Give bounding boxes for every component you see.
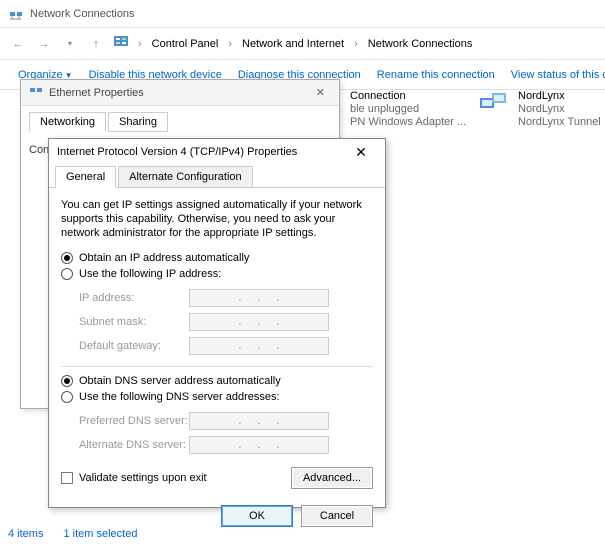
- ok-button[interactable]: OK: [221, 505, 293, 527]
- validate-checkbox[interactable]: Validate settings upon exit: [61, 472, 207, 484]
- connection-name: Connection: [350, 90, 466, 103]
- connection-item[interactable]: NordLynx NordLynx NordLynx Tunnel: [478, 90, 601, 129]
- option-label: Use the following DNS server addresses:: [79, 391, 280, 403]
- alternate-dns-label: Alternate DNS server:: [79, 439, 189, 451]
- advanced-button[interactable]: Advanced...: [291, 467, 373, 489]
- back-button[interactable]: ←: [8, 34, 28, 54]
- default-gateway-input: ...: [189, 337, 329, 355]
- breadcrumb-sep: ›: [226, 38, 234, 50]
- option-label: Use the following IP address:: [79, 268, 221, 280]
- radio-icon: [61, 268, 73, 280]
- close-button[interactable]: ✕: [310, 86, 331, 99]
- radio-icon: [61, 375, 73, 387]
- option-auto-ip[interactable]: Obtain an IP address automatically: [61, 250, 373, 266]
- dialog-title: Internet Protocol Version 4 (TCP/IPv4) P…: [57, 146, 345, 158]
- cancel-button[interactable]: Cancel: [301, 505, 373, 527]
- view-status[interactable]: View status of this co: [505, 65, 605, 85]
- forward-button[interactable]: →: [34, 34, 54, 54]
- radio-icon: [61, 252, 73, 264]
- connection-adapter: PN Windows Adapter ...: [350, 116, 466, 129]
- option-label: Obtain an IP address automatically: [79, 252, 249, 264]
- dialog-title: Ethernet Properties: [49, 87, 310, 99]
- breadcrumb-item[interactable]: Control Panel: [150, 38, 221, 50]
- connection-status: NordLynx: [518, 103, 601, 116]
- network-icon: [29, 84, 43, 101]
- status-bar: 4 items 1 item selected: [8, 528, 137, 540]
- breadcrumb-sep: ›: [352, 38, 360, 50]
- option-label: Obtain DNS server address automatically: [79, 375, 281, 387]
- radio-icon: [61, 391, 73, 403]
- ipv4-description: You can get IP settings assigned automat…: [61, 198, 373, 240]
- checkbox-icon: [61, 472, 73, 484]
- up-button[interactable]: ↑: [86, 34, 106, 54]
- subnet-mask-input: ...: [189, 313, 329, 331]
- tab-general[interactable]: General: [55, 166, 116, 188]
- connection-name: NordLynx: [518, 90, 601, 103]
- breadcrumb-sep: ›: [136, 38, 144, 50]
- preferred-dns-input: ...: [189, 412, 329, 430]
- status-item-count: 4 items: [8, 528, 43, 540]
- close-button[interactable]: ✕: [345, 144, 377, 161]
- window-titlebar: Network Connections: [0, 0, 605, 28]
- default-gateway-label: Default gateway:: [79, 340, 189, 352]
- ipv4-properties-dialog: Internet Protocol Version 4 (TCP/IPv4) P…: [48, 138, 386, 508]
- tab-sharing[interactable]: Sharing: [108, 112, 168, 132]
- connection-adapter: NordLynx Tunnel: [518, 116, 601, 129]
- tab-alternate[interactable]: Alternate Configuration: [118, 166, 253, 188]
- recent-button[interactable]: ▾: [60, 34, 80, 54]
- connection-item[interactable]: Connection ble unplugged PN Windows Adap…: [350, 90, 466, 129]
- window-title: Network Connections: [30, 8, 135, 20]
- ip-address-label: IP address:: [79, 292, 189, 304]
- option-use-dns[interactable]: Use the following DNS server addresses:: [61, 389, 373, 405]
- subnet-mask-label: Subnet mask:: [79, 316, 189, 328]
- nav-row: ← → ▾ ↑ › Control Panel › Network and In…: [0, 28, 605, 60]
- rename-connection[interactable]: Rename this connection: [371, 65, 501, 85]
- controlpanel-icon: [112, 33, 130, 54]
- status-selected-count: 1 item selected: [63, 528, 137, 540]
- option-auto-dns[interactable]: Obtain DNS server address automatically: [61, 373, 373, 389]
- connection-status: ble unplugged: [350, 103, 466, 116]
- breadcrumb-item[interactable]: Network Connections: [366, 38, 475, 50]
- adapter-icon: [478, 90, 510, 114]
- ip-address-input: ...: [189, 289, 329, 307]
- alternate-dns-input: ...: [189, 436, 329, 454]
- tab-networking[interactable]: Networking: [29, 112, 106, 132]
- validate-label: Validate settings upon exit: [79, 472, 207, 484]
- option-use-ip[interactable]: Use the following IP address:: [61, 266, 373, 282]
- preferred-dns-label: Preferred DNS server:: [79, 415, 189, 427]
- network-icon: [8, 6, 24, 22]
- breadcrumb-item[interactable]: Network and Internet: [240, 38, 346, 50]
